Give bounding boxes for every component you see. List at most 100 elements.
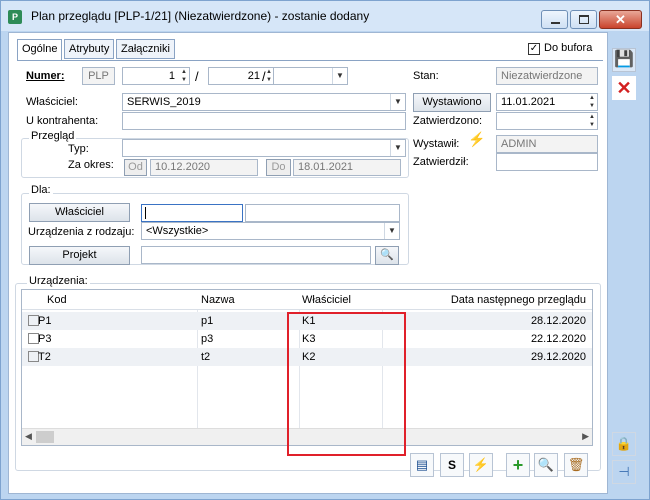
magnifier-icon: 🔍: [380, 249, 394, 261]
trash-icon: 🗑: [567, 457, 585, 472]
chevron-down-icon: ▼: [332, 68, 347, 84]
projekt-search-button[interactable]: 🔍: [375, 246, 399, 265]
urzadzenia-group-label: Urządzenia:: [27, 275, 90, 287]
tab-divider: [17, 60, 603, 61]
highlight-frame: [287, 312, 406, 456]
dla-group-label: Dla:: [29, 184, 53, 196]
column-header-wlasciciel[interactable]: Właściciel: [302, 294, 351, 306]
stan-label: Stan:: [413, 70, 439, 82]
numer-number-value: 1: [168, 70, 175, 82]
document-export-icon: ▤: [415, 457, 429, 472]
chevron-down-icon: ▼: [390, 94, 405, 110]
cell-nazwa: p1: [201, 315, 214, 327]
od-date-field[interactable]: 10.12.2020: [150, 159, 258, 176]
spin-icon[interactable]: ▲ ▼: [587, 113, 597, 129]
tab-ogolne[interactable]: Ogólne: [17, 39, 63, 61]
text-cursor: [145, 207, 146, 219]
close-icon: ✕: [615, 12, 626, 27]
zatwierdzono-date-field[interactable]: ▲ ▼: [496, 112, 598, 130]
close-button[interactable]: ✕: [599, 10, 642, 29]
delete-button[interactable]: 🗑: [564, 453, 588, 477]
scroll-left-icon[interactable]: ◀: [25, 431, 32, 442]
lightning-icon[interactable]: ⚡: [468, 131, 485, 148]
projekt-button[interactable]: Projekt: [29, 246, 130, 265]
do-date-field[interactable]: 18.01.2021: [293, 159, 401, 176]
column-header-data[interactable]: Data następnego przeglądu: [451, 294, 586, 306]
chevron-down-icon: ▼: [390, 140, 405, 156]
dla-wlasciciel-code-input[interactable]: [141, 204, 243, 222]
cancel-button[interactable]: ✕: [612, 76, 636, 100]
save-button[interactable]: 💾: [612, 48, 636, 72]
tab-label: Atrybuty: [69, 43, 110, 55]
wystawil-value: ADMIN: [496, 135, 598, 153]
title-bar: P Plan przeglądu [PLP-1/21] (Niezatwierd…: [1, 1, 649, 31]
minimize-button[interactable]: [541, 10, 568, 29]
stan-value: Niezatwierdzone: [496, 67, 598, 85]
za-okres-label: Za okres:: [68, 159, 114, 171]
u-kontrahenta-field[interactable]: [122, 112, 406, 130]
urzadzenia-z-rodzaju-select[interactable]: <Wszystkie> ▼: [141, 222, 400, 240]
right-toolbar: 💾 ✕ 🔒 ⊣: [609, 32, 641, 494]
do-bufora-checkbox[interactable]: ✓: [528, 43, 540, 55]
tab-zalaczniki[interactable]: Załączniki: [116, 39, 175, 59]
spin-icon[interactable]: ▲ ▼: [587, 94, 597, 110]
do-date-value: 18.01.2021: [298, 161, 354, 173]
od-date-value: 10.12.2020: [155, 161, 211, 173]
numer-number-field[interactable]: 1 ▲ ▼: [122, 67, 190, 85]
cell-nazwa: p3: [201, 333, 214, 345]
cell-kod: P1: [38, 315, 52, 327]
plus-icon: +: [512, 455, 524, 475]
window-title: Plan przeglądu [PLP-1/21] (Niezatwierdzo…: [31, 9, 370, 23]
chevron-down-icon: ▼: [384, 223, 399, 239]
urzadzenia-z-rodzaju-label: Urządzenia z rodzaju:: [28, 226, 135, 238]
cell-kod: T2: [38, 351, 51, 363]
projekt-input[interactable]: [141, 246, 371, 264]
od-button[interactable]: Od: [124, 159, 147, 176]
scrollbar-thumb[interactable]: [36, 431, 54, 443]
tab-atrybuty[interactable]: Atrybuty: [64, 39, 115, 59]
tab-label: Załączniki: [121, 43, 170, 55]
do-button[interactable]: Do: [266, 159, 291, 176]
zatwierdzono-label: Zatwierdzono:: [413, 115, 483, 127]
cell-data: 22.12.2020: [530, 333, 586, 345]
magnifier-icon: 🔍: [537, 457, 555, 472]
close-icon: ✕: [616, 78, 632, 98]
export-button[interactable]: ▤: [410, 453, 434, 477]
column-header-nazwa[interactable]: Nazwa: [201, 294, 235, 306]
add-button[interactable]: +: [506, 453, 530, 477]
lock-icon: 🔒: [615, 436, 633, 451]
wystawiono-date-field[interactable]: 11.01.2021 ▲ ▼: [496, 93, 598, 111]
spin-icon[interactable]: ▲ ▼: [179, 68, 189, 84]
pin-icon: ⊣: [618, 464, 630, 479]
dla-wlasciciel-name-input[interactable]: [245, 204, 400, 222]
main-window: P Plan przeglądu [PLP-1/21] (Niezatwierd…: [0, 0, 650, 500]
zatwierdzil-label: Zatwierdził:: [413, 156, 469, 168]
numer-series-select[interactable]: ▼: [273, 67, 348, 85]
numer-separator: /: [262, 69, 266, 84]
minimize-icon: [551, 22, 560, 24]
do-bufora-label: Do bufora: [544, 42, 593, 54]
cell-kod: P3: [38, 333, 52, 345]
lightning-icon: ⚡: [472, 457, 490, 472]
wystawiono-button[interactable]: Wystawiono: [413, 93, 491, 112]
numer-prefix: PLP: [82, 67, 115, 85]
cell-nazwa: t2: [201, 351, 211, 363]
maximize-icon: [579, 15, 589, 24]
form-panel: Ogólne Atrybuty Załączniki ✓ Do bufora N…: [8, 32, 608, 494]
scroll-right-icon[interactable]: ▶: [582, 431, 589, 442]
wlasciciel-select[interactable]: SERWIS_2019 ▼: [122, 93, 406, 111]
dla-wlasciciel-button[interactable]: Właściciel: [29, 203, 130, 222]
wystawil-label: Wystawił:: [413, 138, 460, 150]
table-header: Kod Nazwa Właściciel Data następnego prz…: [22, 290, 592, 310]
column-header-kod[interactable]: Kod: [47, 294, 67, 306]
lightning-button[interactable]: ⚡: [469, 453, 493, 477]
typ-select[interactable]: ▼: [122, 139, 406, 157]
cell-data: 28.12.2020: [530, 315, 586, 327]
pin-button[interactable]: ⊣: [612, 460, 636, 484]
maximize-button[interactable]: [570, 10, 597, 29]
lock-button[interactable]: 🔒: [612, 432, 636, 456]
s-button[interactable]: S: [440, 453, 464, 477]
search-button[interactable]: 🔍: [534, 453, 558, 477]
numer-separator: /: [195, 69, 199, 84]
wystawiono-date-value: 11.01.2021: [501, 96, 556, 108]
